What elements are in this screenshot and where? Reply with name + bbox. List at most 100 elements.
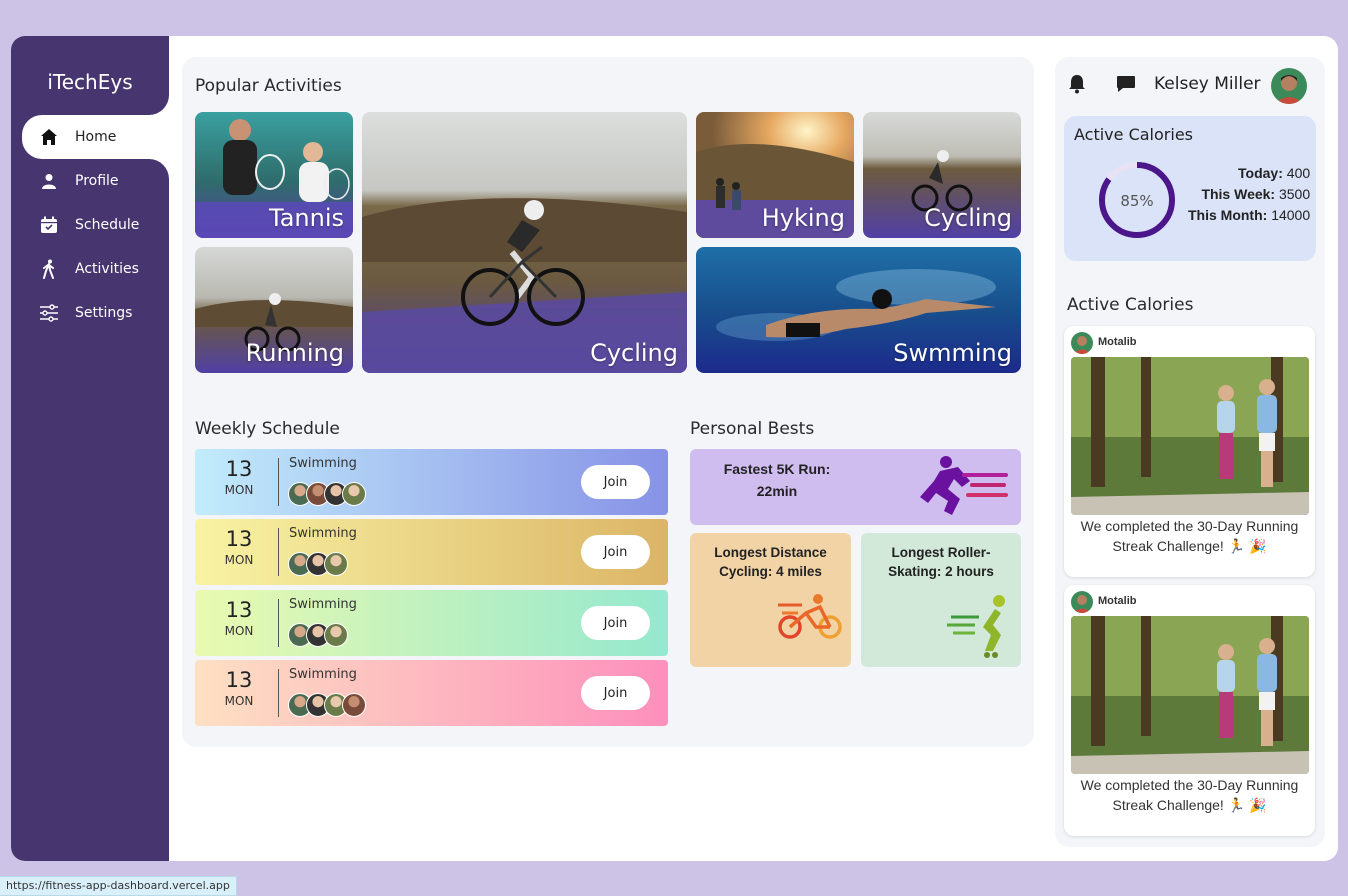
running-icon <box>920 456 1008 515</box>
tile-label: Tannis <box>269 204 344 232</box>
schedule-divider <box>278 458 279 506</box>
schedule-day: 13 <box>225 598 253 622</box>
sidebar-nav: Home Profile Schedule Activities Setting… <box>11 115 169 335</box>
stat-label: This Week: <box>1201 186 1276 202</box>
avatar <box>342 693 366 717</box>
calendar-icon <box>37 213 61 237</box>
sidebar-item-label: Activities <box>75 261 139 277</box>
schedule-divider <box>278 599 279 647</box>
weekly-schedule-title: Weekly Schedule <box>195 419 340 439</box>
sidebar-item-settings[interactable]: Settings <box>11 291 169 335</box>
schedule-row: 13 MON Swimming Join <box>195 590 668 656</box>
post-image <box>1071 357 1309 515</box>
schedule-divider <box>278 528 279 576</box>
roller-skating-icon <box>947 595 1005 658</box>
longest-cycling-card: Longest Distance Cycling: 4 miles <box>690 533 851 667</box>
author-avatar <box>1071 332 1093 354</box>
join-button[interactable]: Join <box>581 535 650 569</box>
tile-label: Cycling <box>590 339 678 367</box>
join-button[interactable]: Join <box>581 465 650 499</box>
calories-percent: 85% <box>1120 192 1153 210</box>
activity-tile-hiking[interactable]: Hyking <box>696 112 854 238</box>
main-panel: Popular Activities Tannis Running Cyclin… <box>182 57 1034 747</box>
activity-tile-tennis[interactable]: Tannis <box>195 112 353 238</box>
stat-value: 14000 <box>1271 207 1311 223</box>
stat-value: 400 <box>1286 165 1311 181</box>
post-author: Motalib <box>1098 336 1137 348</box>
tile-label: Swmming <box>893 339 1012 367</box>
activity-tile-cycling-large[interactable]: Cycling <box>362 112 687 373</box>
personal-bests-title: Personal Bests <box>690 419 815 439</box>
sidebar-item-home[interactable]: Home <box>22 115 169 159</box>
schedule-divider <box>278 669 279 717</box>
longest-skating-text: Longest Roller-Skating: 2 hours <box>888 545 994 579</box>
right-panel: Kelsey Miller Active Calories 85% Today:… <box>1055 57 1325 847</box>
sidebar-item-label: Profile <box>75 173 119 189</box>
calories-stats: Today: 400 This Week: 3500 This Month: 1… <box>1188 163 1310 226</box>
schedule-row: 13 MON Swimming Join <box>195 449 668 515</box>
author-avatar <box>1071 591 1093 613</box>
schedule-activity: Swimming <box>289 456 357 471</box>
participant-avatars <box>288 623 348 647</box>
schedule-date: 13 MON <box>195 527 283 567</box>
stat-value: 3500 <box>1278 186 1311 202</box>
sidebar-item-schedule[interactable]: Schedule <box>11 203 169 247</box>
schedule-weekday: MON <box>224 624 254 638</box>
home-icon <box>37 125 61 149</box>
longest-skating-card: Longest Roller-Skating: 2 hours <box>861 533 1021 667</box>
tile-label: Cycling <box>924 204 1012 232</box>
calories-month: This Month: 14000 <box>1188 205 1310 226</box>
post-text: We completed the 30-Day Running Streak C… <box>1080 518 1299 554</box>
schedule-activity: Swimming <box>289 526 357 541</box>
schedule-weekday: MON <box>224 553 254 567</box>
active-calories-title: Active Calories <box>1074 125 1193 144</box>
post-author: Motalib <box>1098 595 1137 607</box>
fastest-5k-text: Fastest 5K Run: 22min <box>723 461 831 499</box>
brand-logo: iTechEys <box>47 70 133 94</box>
user-header: Kelsey Miller <box>1055 57 1325 113</box>
participant-avatars <box>288 693 366 717</box>
schedule-weekday: MON <box>224 694 254 708</box>
avatar <box>324 623 348 647</box>
message-icon[interactable] <box>1116 75 1136 93</box>
activity-tile-swimming[interactable]: Swmming <box>696 247 1021 373</box>
schedule-activity: Swimming <box>289 597 357 612</box>
cycling-icon <box>778 594 842 639</box>
schedule-date: 13 MON <box>195 598 283 638</box>
sidebar-item-activities[interactable]: Activities <box>11 247 169 291</box>
sliders-icon <box>37 301 61 325</box>
feed-post[interactable]: Motalib We completed the 30-Day Running … <box>1064 585 1315 836</box>
schedule-weekday: MON <box>224 483 254 497</box>
schedule-date: 13 MON <box>195 457 283 497</box>
stat-label: Today: <box>1238 165 1283 181</box>
schedule-day: 13 <box>225 668 253 692</box>
sidebar: iTechEys Home Profile Schedule Activitie… <box>11 36 169 861</box>
user-icon <box>37 169 61 193</box>
join-button[interactable]: Join <box>581 606 650 640</box>
post-image <box>1071 616 1309 774</box>
user-name: Kelsey Miller <box>1154 74 1261 94</box>
schedule-activity: Swimming <box>289 667 357 682</box>
tile-label: Hyking <box>761 204 845 232</box>
sidebar-item-label: Settings <box>75 305 133 321</box>
bell-icon[interactable] <box>1068 74 1086 94</box>
feed-post[interactable]: Motalib We completed the 30-Day Running … <box>1064 326 1315 577</box>
activity-tile-running[interactable]: Running <box>195 247 353 373</box>
sidebar-item-label: Home <box>75 129 117 145</box>
activity-tile-cycling[interactable]: Cycling <box>863 112 1021 238</box>
user-avatar[interactable] <box>1271 68 1307 104</box>
calories-progress-ring: 85% <box>1099 162 1175 238</box>
tile-label: Running <box>245 339 344 367</box>
fastest-5k-card: Fastest 5K Run: 22min <box>690 449 1021 525</box>
calories-week: This Week: 3500 <box>1188 184 1310 205</box>
longest-cycling-text: Longest Distance Cycling: 4 miles <box>714 545 827 579</box>
sidebar-item-profile[interactable]: Profile <box>11 159 169 203</box>
join-button[interactable]: Join <box>581 676 650 710</box>
app-window: iTechEys Home Profile Schedule Activitie… <box>11 36 1338 861</box>
active-calories-card: Active Calories 85% Today: 400 This Week… <box>1064 116 1316 261</box>
feed-title: Active Calories <box>1067 295 1194 315</box>
schedule-row: 13 MON Swimming Join <box>195 519 668 585</box>
participant-avatars <box>288 482 366 506</box>
schedule-date: 13 MON <box>195 668 283 708</box>
popular-activities-title: Popular Activities <box>195 76 342 96</box>
